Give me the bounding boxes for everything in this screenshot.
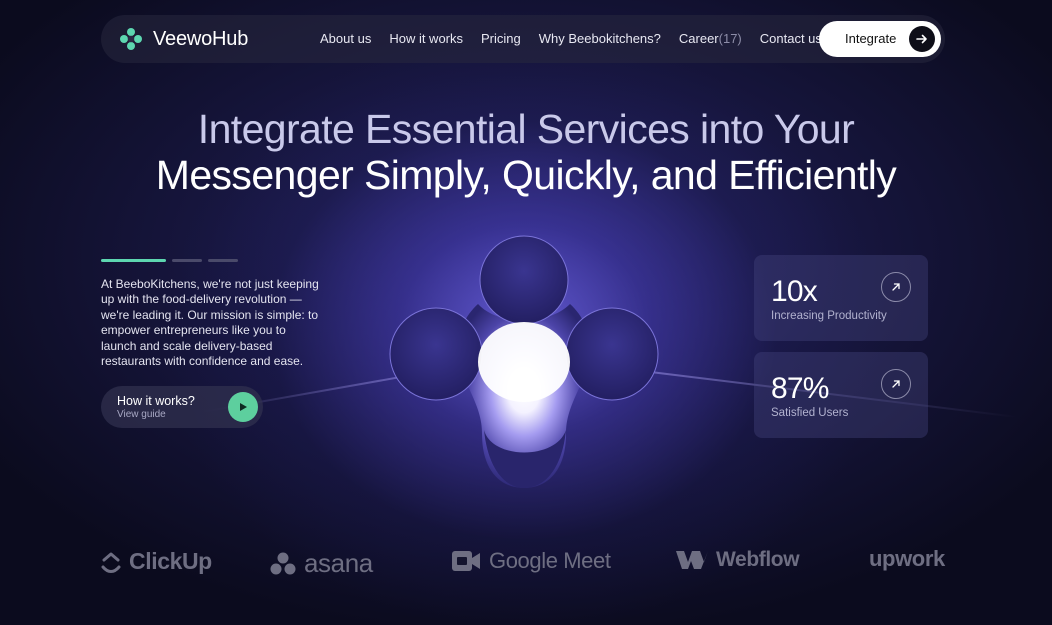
headline-line-2: Messenger Simply, Quickly, and Efficient… [155,152,897,198]
integrate-button[interactable]: Integrate [819,21,941,57]
google-meet-icon [452,551,480,571]
google-meet-wordmark: Google Meet [489,548,611,573]
landing-page: VeewoHub About us How it works Pricing W… [0,0,1052,625]
nav-about-us[interactable]: About us [320,31,371,46]
veewohub-logo-icon [120,28,142,50]
how-it-works-button[interactable]: How it works? View guide [101,386,263,428]
webflow-wordmark: Webflow [716,548,800,571]
clickup-logo: ClickUp [101,548,212,575]
partner-logos: ClickUp asana Google Meet Webflow upwork [0,540,1052,590]
clickup-wordmark: ClickUp [129,548,212,574]
stat-value: 10x [771,275,818,308]
arrow-up-right-icon[interactable] [881,272,911,302]
nav-career-label: Career [678,31,719,46]
intro-paragraph: At BeeboKitchens, we're not just keeping… [101,277,319,369]
progress-segment-active[interactable] [101,259,166,262]
integrate-button-label: Integrate [845,31,897,46]
stat-card-productivity[interactable]: 10x Increasing Productivity [754,255,928,341]
arrow-up-right-icon[interactable] [881,369,911,399]
top-navbar: VeewoHub About us How it works Pricing W… [101,15,945,63]
nav-contact-us[interactable]: Contact us [760,31,822,46]
hero-headline: Integrate Essential Services into Your M… [0,106,1052,198]
how-it-works-title: How it works? [117,394,195,408]
nav-pricing[interactable]: Pricing [481,31,521,46]
nav-why-beebokitchens[interactable]: Why Beebokitchens? [539,31,661,46]
career-count-badge: (17) [718,31,742,46]
asana-icon [270,552,296,574]
webflow-icon [676,551,708,569]
clickup-icon [101,552,121,573]
page-title: Integrate Essential Services into Your M… [0,106,1052,198]
brand-name: VeewoHub [153,27,249,50]
upwork-wordmark: upwork [869,546,945,571]
nav-links: About us How it works Pricing Why Beebok… [320,31,822,46]
carousel-progress [101,259,238,262]
play-icon [228,392,258,422]
arrow-right-icon [909,26,935,52]
progress-segment[interactable] [172,259,202,262]
nav-how-it-works[interactable]: How it works [389,31,463,46]
progress-segment[interactable] [208,259,238,262]
headline-line-1: Integrate Essential Services into Your [197,106,855,152]
stat-value: 87% [771,372,829,405]
asana-logo: asana [270,548,373,579]
stat-label: Increasing Productivity [771,310,887,322]
upwork-logo: upwork [869,546,945,572]
hero-3d-graphic [389,235,659,488]
asana-wordmark: asana [304,548,373,578]
stat-label: Satisfied Users [771,407,849,419]
view-guide-label: View guide [117,409,166,420]
nav-career[interactable]: Career(17) [679,31,742,46]
webflow-logo: Webflow [676,548,800,572]
brand-logo[interactable]: VeewoHub [119,27,248,51]
stat-card-satisfied-users[interactable]: 87% Satisfied Users [754,352,928,438]
google-meet-logo: Google Meet [451,548,611,574]
